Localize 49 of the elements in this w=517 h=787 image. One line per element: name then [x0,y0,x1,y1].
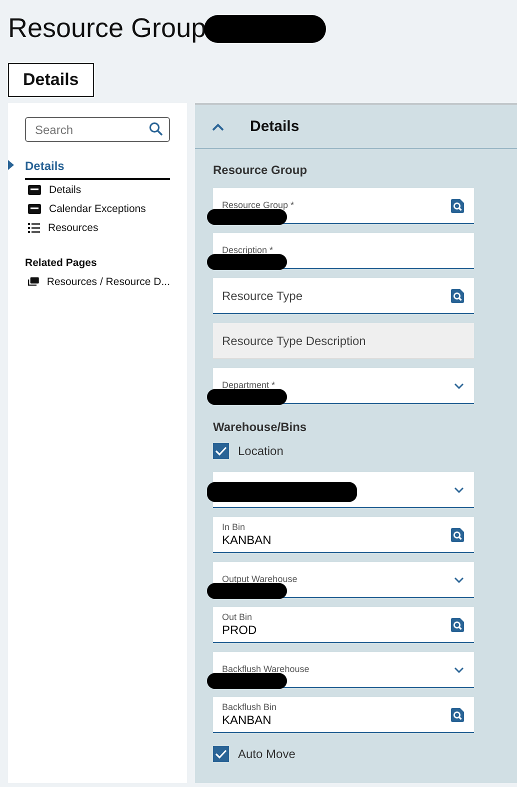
panel-title: Details [250,118,300,135]
input-field[interactable]: In Bin KANBAN [213,517,474,553]
field-label: Backflush Warehouse [222,664,310,675]
field-label: Output Warehouse [222,574,298,585]
page-title: Resource Group [8,12,206,44]
checkbox-label: Location [238,444,284,458]
field-label: Description * [222,245,274,256]
dropdown-chevron-icon[interactable] [454,486,464,492]
tab[interactable]: Details [8,63,94,97]
related-page-link[interactable]: Resources / Resource D... [46,276,170,288]
field-label: Out Bin [222,612,252,623]
search-icon[interactable] [451,198,464,212]
field-label: In Bin [222,522,246,533]
field-label: Department * [222,380,276,391]
field-label: Resource Group * [222,200,294,211]
dropdown-chevron-icon[interactable] [454,382,464,388]
search-field[interactable]: Search [25,117,170,142]
field-label: Resource Type Description [222,334,366,348]
search-icon[interactable] [451,708,464,722]
card-icon [28,204,41,214]
nav-section-link[interactable]: Details [25,159,64,173]
search-icon [149,122,163,136]
search-icon[interactable] [451,288,464,302]
dropdown-chevron-icon[interactable] [454,576,464,582]
nav-item[interactable]: Details [49,184,82,196]
related-pages-heading: Related Pages [25,257,98,269]
nav-item[interactable]: Resources [48,222,98,234]
field-value: KANBAN [222,533,272,547]
input-field[interactable]: Backflush Bin KANBAN [213,697,474,733]
group-heading: Resource Group [213,162,308,179]
checkbox[interactable] [213,746,229,762]
input-field[interactable]: Resource Type [213,278,474,314]
list-icon [28,222,40,232]
search-icon[interactable] [451,528,464,542]
group-heading: Warehouse/Bins [213,419,308,436]
card-icon [28,184,41,194]
field-label: Resource Type [222,288,302,302]
input-field[interactable]: Out Bin PROD [213,607,474,643]
dropdown-chevron-icon[interactable] [454,666,464,672]
field-label: Backflush Bin [222,702,277,713]
checkbox-label: Auto Move [238,747,296,761]
search-icon[interactable] [451,618,464,632]
stacked-pages-icon [28,276,39,287]
checkbox[interactable] [213,443,229,459]
collapse-chevron-icon[interactable] [212,122,224,130]
nav-item[interactable]: Calendar Exceptions [49,202,146,214]
input-field[interactable]: Resource Type Description [213,323,474,359]
field-value: PROD [222,623,257,637]
field-value: KANBAN [222,713,272,727]
